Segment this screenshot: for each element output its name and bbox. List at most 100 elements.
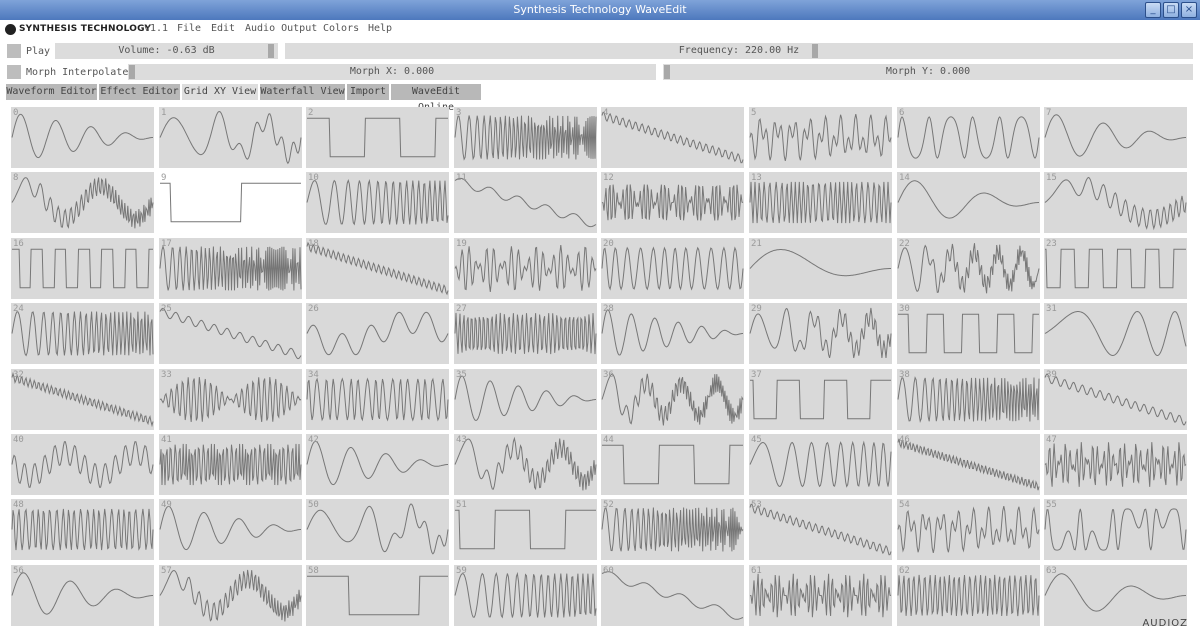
wave-cell-number: 9 <box>161 173 167 183</box>
wave-cell-7[interactable]: 7 <box>1044 107 1187 168</box>
wave-cell-60[interactable]: 60 <box>601 565 744 626</box>
morph-x-slider-knob[interactable] <box>129 65 135 79</box>
wave-cell-31[interactable]: 31 <box>1044 303 1187 364</box>
tab-waterfall-view[interactable]: Waterfall View <box>260 84 345 100</box>
wave-cell-37[interactable]: 37 <box>749 369 892 430</box>
wave-cell-23[interactable]: 23 <box>1044 238 1187 299</box>
tab-waveedit-online[interactable]: WaveEdit Online <box>391 84 481 113</box>
morph-interpolate-checkbox[interactable] <box>7 65 21 79</box>
minimize-icon[interactable]: _ <box>1145 2 1161 18</box>
frequency-slider-knob[interactable] <box>812 44 818 58</box>
wave-cell-57[interactable]: 57 <box>159 565 302 626</box>
wave-cell-12[interactable]: 12 <box>601 172 744 233</box>
wave-cell-number: 19 <box>456 239 467 249</box>
tab-grid-xy-view[interactable]: Grid XY View <box>182 84 258 100</box>
wave-cell-18[interactable]: 18 <box>306 238 449 299</box>
volume-slider[interactable]: Volume: -0.63 dB <box>55 43 278 59</box>
wave-cell-16[interactable]: 16 <box>11 238 154 299</box>
waveform-plot <box>454 436 597 491</box>
tab-import[interactable]: Import <box>347 84 389 100</box>
wave-cell-49[interactable]: 49 <box>159 499 302 560</box>
waveform-plot <box>897 376 1040 424</box>
wave-cell-51[interactable]: 51 <box>454 499 597 560</box>
wave-cell-2[interactable]: 2 <box>306 107 449 168</box>
wave-cell-24[interactable]: 24 <box>11 303 154 364</box>
wave-cell-55[interactable]: 55 <box>1044 499 1187 560</box>
wave-cell-27[interactable]: 27 <box>454 303 597 364</box>
wave-cell-25[interactable]: 25 <box>159 303 302 364</box>
morph-y-slider-knob[interactable] <box>664 65 670 79</box>
wave-cell-20[interactable]: 20 <box>601 238 744 299</box>
frequency-slider[interactable]: Frequency: 220.00 Hz <box>285 43 1193 59</box>
wave-cell-1[interactable]: 1 <box>159 107 302 168</box>
tab-waveform-editor[interactable]: Waveform Editor <box>6 84 97 100</box>
menu-audio-output[interactable]: Audio Output <box>245 23 317 34</box>
wave-cell-0[interactable]: 0 <box>11 107 154 168</box>
wave-cell-56[interactable]: 56 <box>11 565 154 626</box>
wave-cell-44[interactable]: 44 <box>601 434 744 495</box>
menu-help[interactable]: Help <box>368 23 392 34</box>
wave-cell-61[interactable]: 61 <box>749 565 892 626</box>
wave-cell-11[interactable]: 11 <box>454 172 597 233</box>
wave-cell-6[interactable]: 6 <box>897 107 1040 168</box>
wave-cell-21[interactable]: 21 <box>749 238 892 299</box>
wave-cell-3[interactable]: 3 <box>454 107 597 168</box>
wave-cell-48[interactable]: 48 <box>11 499 154 560</box>
wave-cell-63[interactable]: 63 <box>1044 565 1187 626</box>
waveform-line <box>159 110 302 165</box>
waveform-plot <box>601 309 743 356</box>
wave-cell-5[interactable]: 5 <box>749 107 892 168</box>
wave-cell-41[interactable]: 41 <box>159 434 302 495</box>
wave-cell-30[interactable]: 30 <box>897 303 1040 364</box>
waveform-line <box>897 243 1040 294</box>
wave-cell-46[interactable]: 46 <box>897 434 1040 495</box>
waveform-line <box>1045 248 1186 289</box>
wavetable-grid: 0 1 2 3 4 5 6 7 8 9 10 11 12 13 14 15 16 17 18 19 20 21 22 23 24… <box>11 107 1193 632</box>
wave-cell-13[interactable]: 13 <box>749 172 892 233</box>
wave-cell-52[interactable]: 52 <box>601 499 744 560</box>
wave-cell-50[interactable]: 50 <box>306 499 449 560</box>
wave-cell-22[interactable]: 22 <box>897 238 1040 299</box>
wave-cell-43[interactable]: 43 <box>454 434 597 495</box>
menu-colors[interactable]: Colors <box>323 23 359 34</box>
wave-cell-34[interactable]: 34 <box>306 369 449 430</box>
wave-cell-9[interactable]: 9 <box>159 172 302 233</box>
title-bar[interactable]: Synthesis Technology WaveEdit _ □ × <box>0 0 1200 20</box>
wave-cell-53[interactable]: 53 <box>749 499 892 560</box>
wave-cell-59[interactable]: 59 <box>454 565 597 626</box>
morph-x-slider[interactable]: Morph X: 0.000 <box>128 64 656 80</box>
wave-cell-15[interactable]: 15 <box>1044 172 1187 233</box>
waveform-plot <box>749 249 891 277</box>
wave-cell-40[interactable]: 40 <box>11 434 154 495</box>
wave-cell-4[interactable]: 4 <box>601 107 744 168</box>
menu-file[interactable]: File <box>177 23 201 34</box>
wave-cell-54[interactable]: 54 <box>897 499 1040 560</box>
wave-cell-32[interactable]: 32 <box>11 369 154 430</box>
wave-cell-45[interactable]: 45 <box>749 434 892 495</box>
wave-cell-8[interactable]: 8 <box>11 172 154 233</box>
wave-cell-42[interactable]: 42 <box>306 434 449 495</box>
volume-slider-knob[interactable] <box>268 44 274 58</box>
wave-cell-19[interactable]: 19 <box>454 238 597 299</box>
wave-cell-62[interactable]: 62 <box>897 565 1040 626</box>
close-icon[interactable]: × <box>1181 2 1197 18</box>
wave-cell-33[interactable]: 33 <box>159 369 302 430</box>
wave-cell-10[interactable]: 10 <box>306 172 449 233</box>
wave-cell-39[interactable]: 39 <box>1044 369 1187 430</box>
wave-cell-38[interactable]: 38 <box>897 369 1040 430</box>
wave-cell-17[interactable]: 17 <box>159 238 302 299</box>
wave-cell-29[interactable]: 29 <box>749 303 892 364</box>
wave-cell-28[interactable]: 28 <box>601 303 744 364</box>
wave-cell-58[interactable]: 58 <box>306 565 449 626</box>
wave-cell-number: 1 <box>161 108 167 118</box>
menu-edit[interactable]: Edit <box>211 23 235 34</box>
wave-cell-26[interactable]: 26 <box>306 303 449 364</box>
maximize-icon[interactable]: □ <box>1163 2 1179 18</box>
morph-y-slider[interactable]: Morph Y: 0.000 <box>663 64 1193 80</box>
wave-cell-47[interactable]: 47 <box>1044 434 1187 495</box>
wave-cell-35[interactable]: 35 <box>454 369 597 430</box>
tab-effect-editor[interactable]: Effect Editor <box>99 84 180 100</box>
wave-cell-36[interactable]: 36 <box>601 369 744 430</box>
play-checkbox[interactable] <box>7 44 21 58</box>
wave-cell-14[interactable]: 14 <box>897 172 1040 233</box>
